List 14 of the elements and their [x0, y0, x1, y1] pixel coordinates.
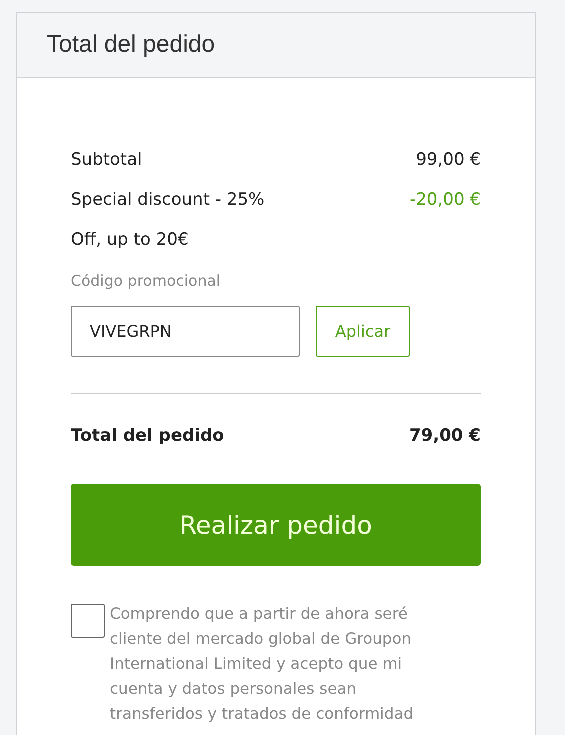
summary-label: Off, up to 20€ — [71, 230, 189, 250]
card-title: Total del pedido — [47, 31, 216, 59]
total-value: 79,00 € — [409, 426, 481, 446]
consent-checkbox[interactable] — [71, 604, 105, 638]
consent-text: Comprendo que a partir de ahora seré cliente del mercado global de Groupon International Limited y acepto que mi cuenta y datos personales sean transferidos y tratados de conformidad — [110, 604, 415, 725]
apply-button[interactable]: Aplicar — [316, 306, 410, 357]
summary-label: Special discount - 25% — [71, 190, 265, 210]
promo-code-label: Código promocional — [71, 272, 222, 290]
summary-value: 99,00 € — [416, 150, 481, 170]
summary-label: Subtotal — [71, 150, 142, 170]
promo-code-field[interactable]: VIVEGRPN — [71, 306, 300, 357]
summary-value: -20,00 € — [410, 190, 481, 210]
total-label: Total del pedido — [71, 426, 224, 446]
place-order-button[interactable]: Realizar pedido — [71, 484, 481, 566]
